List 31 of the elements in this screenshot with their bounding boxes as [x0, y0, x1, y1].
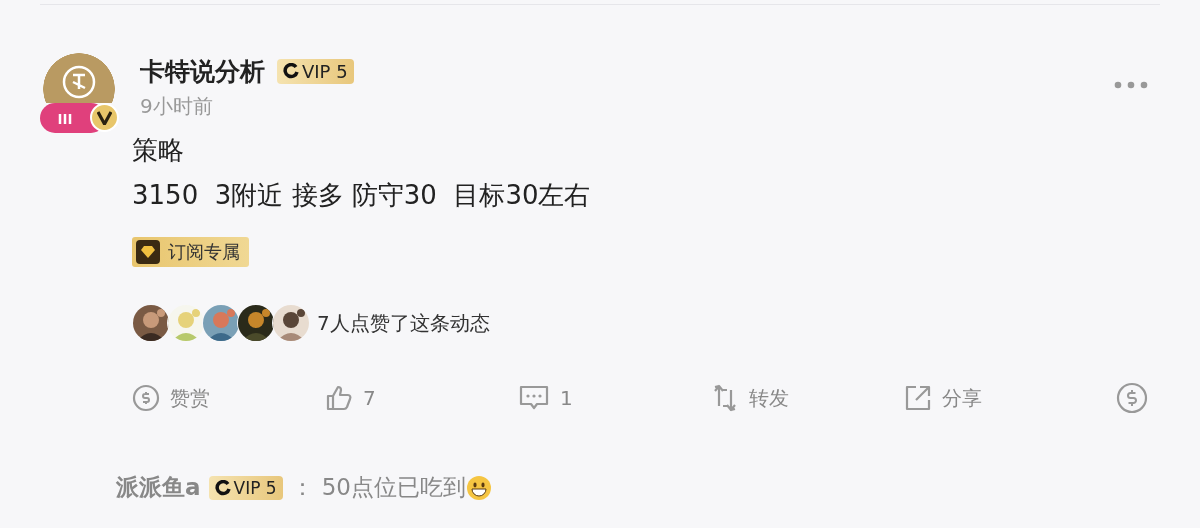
post-text: 3150 3附近 接多 防守30 目标30左右	[132, 179, 592, 212]
vip-level: VIP 5	[233, 477, 277, 498]
colon: ：	[290, 473, 314, 502]
more-icon[interactable]	[1114, 81, 1148, 89]
ring-icon	[214, 479, 231, 496]
smiley-icon	[465, 474, 492, 501]
like-button[interactable]: 7	[325, 384, 518, 412]
reward-button[interactable]: 赞赏	[132, 384, 325, 412]
dollar-coin-icon	[1116, 382, 1148, 414]
vip-level: VIP 5	[302, 60, 348, 82]
comment-text: 50点位已吃到	[321, 473, 466, 502]
avatar[interactable]	[43, 53, 115, 103]
likes-summary[interactable]: 7人点赞了这条动态	[317, 309, 490, 337]
v-icon	[97, 110, 112, 125]
logo-icon	[62, 65, 96, 99]
post-time: 9小时前	[140, 93, 214, 120]
thumbs-up-icon	[325, 384, 353, 412]
post-title: 策略	[132, 134, 185, 167]
commenter-name[interactable]: 派派鱼a	[116, 472, 201, 503]
ring-icon	[283, 63, 299, 79]
bars-icon	[58, 112, 72, 124]
repost-icon	[711, 384, 739, 412]
repost-button[interactable]: 转发	[711, 384, 904, 412]
tag-label: 订阅专属	[168, 240, 240, 264]
coin-icon	[132, 384, 160, 412]
author-name[interactable]: 卡特说分析	[140, 54, 265, 88]
share-icon	[904, 384, 932, 412]
coin-button[interactable]	[1116, 382, 1148, 414]
share-button[interactable]: 分享	[904, 384, 1097, 412]
comment-icon	[518, 384, 550, 412]
comment-button[interactable]: 1	[518, 384, 711, 412]
